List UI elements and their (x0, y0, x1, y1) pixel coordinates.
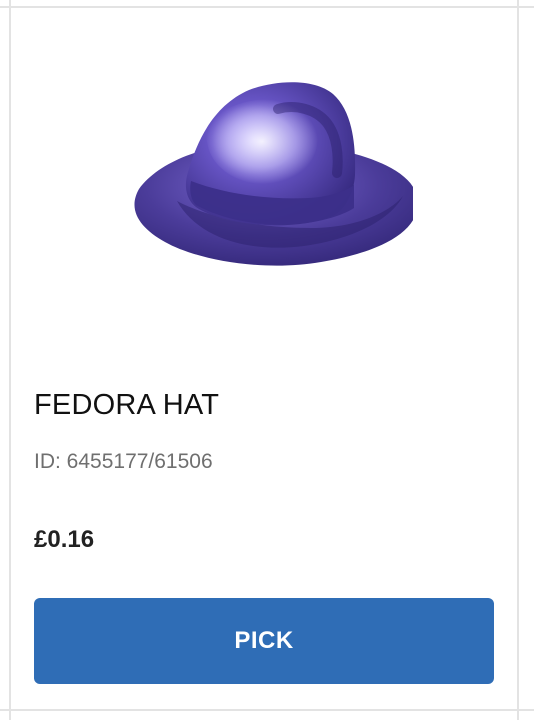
right-divider (517, 0, 519, 720)
product-title: FEDORA HAT (34, 389, 220, 421)
page-root: FEDORA HAT ID: 6455177/61506 £0.16 PICK (0, 0, 534, 720)
product-card: FEDORA HAT ID: 6455177/61506 £0.16 PICK (11, 8, 517, 709)
bottom-divider (0, 709, 534, 711)
pick-button[interactable]: PICK (34, 598, 494, 684)
product-id: ID: 6455177/61506 (34, 450, 213, 473)
product-price: £0.16 (34, 526, 95, 553)
fedora-hat-image (113, 64, 419, 284)
